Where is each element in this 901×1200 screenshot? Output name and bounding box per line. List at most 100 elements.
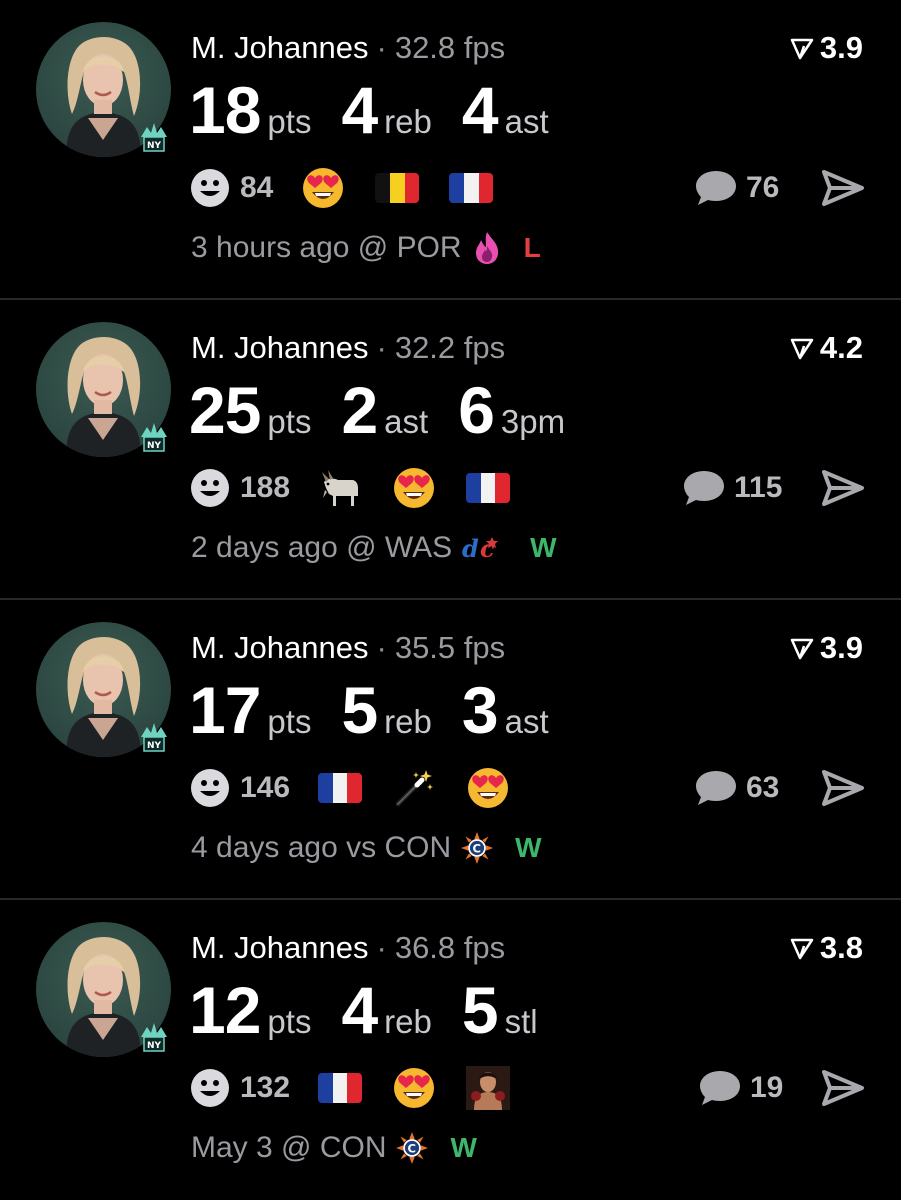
player-avatar[interactable] (36, 22, 171, 157)
comment-icon (694, 168, 738, 208)
share-icon[interactable] (821, 1068, 865, 1108)
post-header: M. Johannes · 35.5 fps (191, 628, 505, 668)
stat-item: 5 reb (341, 672, 431, 748)
rating-icon (790, 36, 814, 60)
stat-value: 2 (341, 373, 378, 447)
fantasy-points: 32.8 fps (394, 30, 506, 65)
game-info: 3 hours ago @ POR L (191, 228, 541, 268)
portland-fire-logo-icon (472, 230, 502, 266)
heart-eyes-emoji[interactable] (392, 466, 436, 510)
stat-value: 17 (189, 673, 261, 747)
stat-value: 12 (189, 973, 261, 1047)
comment-count: 19 (750, 1071, 784, 1104)
stat-value: 4 (461, 73, 499, 147)
game-time: 2 days ago @ WAS (191, 531, 453, 564)
reactions-row: 146 (190, 764, 540, 812)
rating-icon (790, 636, 814, 660)
fantasy-points: 35.5 fps (394, 630, 506, 665)
heart-eyes-emoji[interactable] (392, 1066, 436, 1110)
team-logo-icon (135, 717, 173, 755)
stat-unit: pts (267, 403, 312, 440)
comment-icon (694, 768, 738, 808)
rating-badge: 3.9 (790, 28, 863, 68)
fantasy-points: 36.8 fps (394, 930, 506, 965)
game-post-card[interactable]: M. Johannes · 32.8 fps 3.9 18 pts 4 reb 4 ast… (0, 0, 901, 300)
reaction-count: 132 (240, 1071, 291, 1104)
stat-line: 17 pts 5 reb 3 ast (189, 672, 579, 752)
game-result: W (515, 832, 542, 863)
player-avatar[interactable] (36, 322, 171, 457)
heart-eyes-emoji[interactable] (301, 166, 345, 210)
game-time: 4 days ago vs CON (191, 831, 452, 864)
share-icon[interactable] (821, 468, 865, 508)
player-avatar[interactable] (36, 922, 171, 1057)
stat-unit: 3pm (500, 403, 566, 440)
game-info: May 3 @ CON W (191, 1128, 477, 1168)
player-name[interactable]: M. Johannes (191, 30, 369, 65)
share-icon[interactable] (821, 768, 865, 808)
france-flag[interactable] (466, 473, 511, 503)
france-flag[interactable] (449, 173, 494, 203)
post-header: M. Johannes · 32.2 fps (191, 328, 505, 368)
comments-button[interactable]: 76 (694, 164, 779, 212)
separator-dot: · (376, 30, 387, 65)
game-result: W (530, 532, 557, 563)
rating-value: 3.8 (819, 930, 863, 965)
post-header: M. Johannes · 36.8 fps (191, 928, 505, 968)
stat-value: 6 (458, 373, 495, 447)
stat-line: 12 pts 4 reb 5 stl (189, 972, 568, 1052)
game-result: W (450, 1132, 477, 1163)
stat-unit: ast (504, 103, 549, 140)
comments-button[interactable]: 19 (698, 1064, 783, 1112)
rating-icon (790, 936, 814, 960)
rating-badge: 3.8 (790, 928, 863, 968)
comment-count: 76 (746, 171, 780, 204)
stat-value: 4 (341, 973, 378, 1047)
separator-dot: · (376, 330, 387, 365)
smiley-react-icon[interactable] (190, 168, 230, 208)
game-post-card[interactable]: M. Johannes · 32.2 fps 4.2 25 pts 2 ast 6 3pm… (0, 300, 901, 600)
goat-emoji[interactable] (318, 466, 362, 510)
belgium-flag[interactable] (375, 173, 420, 203)
comments-button[interactable]: 115 (682, 464, 782, 512)
stat-unit: pts (267, 1003, 312, 1040)
game-post-card[interactable]: M. Johannes · 35.5 fps 3.9 17 pts 5 reb 3 ast… (0, 600, 901, 900)
france-flag[interactable] (318, 773, 363, 803)
stat-item: 12 pts (189, 972, 311, 1048)
team-logo-icon (135, 417, 173, 455)
comment-icon (682, 468, 726, 508)
comment-count: 63 (746, 771, 780, 804)
comment-count: 115 (734, 471, 783, 504)
game-info: 2 days ago @ WAS W (191, 528, 557, 568)
player-avatar[interactable] (36, 622, 171, 757)
player-name[interactable]: M. Johannes (191, 630, 369, 665)
stat-item: 4 ast (462, 72, 549, 148)
stat-unit: reb (384, 703, 432, 740)
reaction-count: 188 (240, 471, 291, 504)
france-flag[interactable] (318, 1073, 363, 1103)
rating-value: 3.9 (819, 30, 863, 65)
stat-value: 3 (461, 673, 499, 747)
stat-unit: reb (384, 103, 432, 140)
share-icon[interactable] (821, 168, 865, 208)
stat-item: 4 reb (341, 972, 431, 1048)
stat-unit: pts (267, 703, 312, 740)
team-logo-icon (135, 117, 173, 155)
rating-icon (790, 336, 814, 360)
smiley-react-icon[interactable] (190, 1068, 230, 1108)
comment-icon (698, 1068, 742, 1108)
stat-unit: reb (384, 1003, 432, 1040)
magic-wand-emoji[interactable] (392, 766, 436, 810)
rating-value: 3.9 (819, 630, 863, 665)
comments-button[interactable]: 63 (694, 764, 779, 812)
smiley-react-icon[interactable] (190, 468, 230, 508)
smiley-react-icon[interactable] (190, 768, 230, 808)
reactions-row: 188 (190, 464, 540, 512)
heart-eyes-emoji[interactable] (466, 766, 510, 810)
player-name[interactable]: M. Johannes (191, 930, 369, 965)
reaction-count: 146 (240, 771, 291, 804)
game-post-card[interactable]: M. Johannes · 36.8 fps 3.8 12 pts 4 reb 5 stl… (0, 900, 901, 1200)
separator-dot: · (376, 930, 387, 965)
player-name[interactable]: M. Johannes (191, 330, 369, 365)
fighter-sticker[interactable] (466, 1066, 510, 1110)
